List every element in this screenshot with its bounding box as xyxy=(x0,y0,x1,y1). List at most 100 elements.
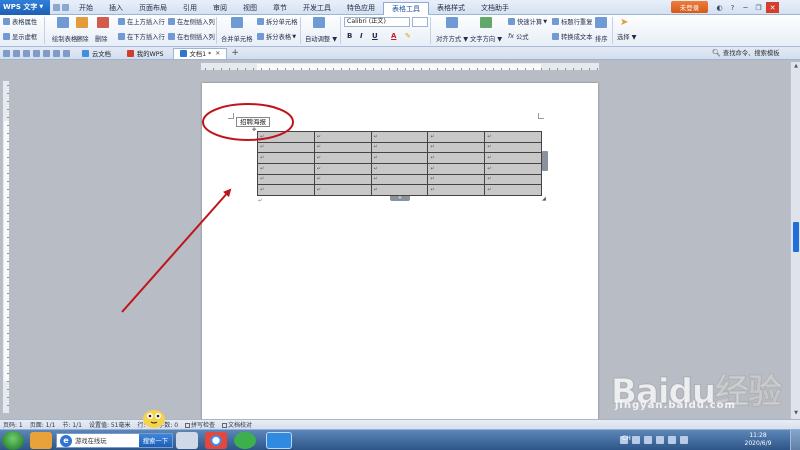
menu-tab[interactable]: 章节 xyxy=(265,2,295,15)
table-cell[interactable]: ↵ xyxy=(427,173,486,186)
chrome-icon[interactable] xyxy=(205,432,227,449)
table-cell[interactable]: ↵ xyxy=(257,162,315,175)
menu-tab[interactable]: 文档助手 xyxy=(473,2,517,15)
table-properties-button[interactable]: 表格属性 xyxy=(3,17,37,26)
table-cell[interactable]: ↵ xyxy=(257,152,315,164)
table-cell[interactable]: ↵ xyxy=(257,131,315,143)
add-tab-icon[interactable]: + xyxy=(231,48,239,58)
merge-cells-button[interactable]: 合并单元格 xyxy=(221,17,252,43)
insert-row-above-button[interactable]: 在上方插入行 xyxy=(118,17,165,26)
add-row-handle[interactable]: + xyxy=(390,196,410,201)
app-menu-button[interactable]: WPS 文字 ▼ xyxy=(0,0,50,15)
open-icon[interactable] xyxy=(3,49,10,57)
insert-col-left-button[interactable]: 在左侧插入列 xyxy=(168,17,215,26)
tray-icon[interactable] xyxy=(656,436,664,444)
table-cell[interactable]: ↵ xyxy=(370,184,429,196)
table-cell[interactable]: ↵ xyxy=(313,141,372,154)
table-resize-icon[interactable]: ◢ xyxy=(542,196,547,202)
menu-tab[interactable]: 表格样式 xyxy=(429,2,473,15)
table-cell[interactable]: ↵ xyxy=(370,173,429,186)
doc-check-toggle[interactable]: 文档校对 xyxy=(222,420,252,429)
font-color-button[interactable]: A xyxy=(391,32,396,40)
table-cell[interactable]: ↵ xyxy=(427,184,486,196)
command-search[interactable]: 🔍︎ 查找命令、搜索模板 xyxy=(712,48,780,58)
scroll-up-icon[interactable]: ▲ xyxy=(792,63,800,71)
menu-tab[interactable]: 开始 xyxy=(71,2,101,15)
menu-tab[interactable]: 视图 xyxy=(235,2,265,15)
save-icon[interactable] xyxy=(13,49,20,57)
insert-col-right-button[interactable]: 在右侧插入列 xyxy=(168,32,215,41)
draw-table-button[interactable]: 绘制表格 xyxy=(52,17,77,43)
italic-button[interactable]: I xyxy=(360,32,363,40)
start-button[interactable] xyxy=(2,431,24,450)
wps-writer-taskbar-icon[interactable] xyxy=(266,432,292,449)
scroll-thumb[interactable] xyxy=(793,222,799,252)
split-table-button[interactable]: 拆分表格 ▼ xyxy=(257,32,296,41)
menu-tab[interactable]: 特色应用 xyxy=(339,2,383,15)
add-column-handle[interactable] xyxy=(542,151,548,171)
undo-icon[interactable] xyxy=(53,49,60,57)
table-cell[interactable]: ↵ xyxy=(313,173,372,186)
input-language[interactable]: CH xyxy=(622,435,631,442)
search-button[interactable]: 搜索一下 xyxy=(138,434,172,447)
table-cell[interactable]: ↵ xyxy=(427,152,486,164)
clock[interactable]: 11:28 2020/6/9 xyxy=(738,432,778,448)
redo-icon[interactable] xyxy=(63,49,70,57)
table-cell[interactable]: ↵ xyxy=(370,162,429,175)
spell-check-toggle[interactable]: 拼写检查 xyxy=(185,420,215,429)
menu-tab[interactable]: 表格工具 xyxy=(383,1,429,15)
menu-tab[interactable]: 审阅 xyxy=(205,2,235,15)
tab-document1[interactable]: 文档1 * ✕ xyxy=(172,47,228,59)
table-cell[interactable]: ↵ xyxy=(484,152,542,164)
table-cell[interactable]: ↵ xyxy=(427,141,486,154)
horizontal-ruler[interactable] xyxy=(200,62,600,71)
export-pdf-icon[interactable] xyxy=(23,49,30,57)
show-gridlines-button[interactable]: 显示虚框 xyxy=(3,32,37,41)
menu-tab[interactable]: 插入 xyxy=(101,2,131,15)
auto-fit-button[interactable]: 自动调整 ▼ xyxy=(305,17,337,43)
table-cell[interactable]: ↵ xyxy=(313,131,372,143)
print-icon[interactable] xyxy=(33,49,40,57)
document-table[interactable]: ↵ ↵ ↵ ↵ ↵ ↵ ↵ ↵ ↵ ↵ ↵ ↵ ↵ ↵ ↵ ↵ ↵ ↵ ↵ ↵ ↵ ↵ ↵ ↵ ↵ ↵ ↵ ↵ ↵ ↵ xyxy=(257,131,542,196)
table-cell[interactable]: ↵ xyxy=(313,152,372,164)
print-icon[interactable] xyxy=(62,3,69,11)
tray-icon[interactable] xyxy=(632,436,640,444)
tray-icon[interactable] xyxy=(644,436,652,444)
table-cell[interactable]: ↵ xyxy=(370,152,429,164)
underline-button[interactable]: U xyxy=(372,32,378,40)
show-desktop-button[interactable] xyxy=(790,430,800,450)
table-cell[interactable]: ↵ xyxy=(257,184,315,196)
table-cell[interactable]: ↵ xyxy=(257,141,315,154)
highlight-icon[interactable]: ✎ xyxy=(405,32,411,40)
app-icon-1[interactable] xyxy=(30,432,52,449)
volume-icon[interactable] xyxy=(680,436,688,444)
table-cell[interactable]: ↵ xyxy=(427,131,486,143)
login-button[interactable]: 未登录 xyxy=(671,1,708,13)
preview-icon[interactable] xyxy=(43,49,50,57)
browser-360-icon[interactable] xyxy=(234,432,256,449)
delete-button[interactable]: 删除 xyxy=(95,17,111,43)
select-button[interactable]: ➤ 选择 ▼ xyxy=(617,17,636,41)
minimize-icon[interactable]: ─ xyxy=(740,2,751,13)
menu-tab[interactable]: 页面布局 xyxy=(131,2,175,15)
close-tab-icon[interactable]: ✕ xyxy=(215,50,220,57)
table-cell[interactable]: ↵ xyxy=(313,184,372,196)
table-cell[interactable]: ↵ xyxy=(484,173,542,186)
table-cell[interactable]: ↵ xyxy=(427,162,486,175)
search-input[interactable]: 游戏在线玩 xyxy=(75,436,106,445)
restore-icon[interactable]: ❐ xyxy=(753,2,764,13)
table-cell[interactable]: ↵ xyxy=(313,162,372,175)
tab-my-wps[interactable]: 我的WPS xyxy=(120,48,171,59)
tab-cloud-docs[interactable]: 云文档 xyxy=(75,48,118,59)
save-icon[interactable] xyxy=(53,3,60,11)
quick-calc-button[interactable]: 快速计算 ▼ xyxy=(508,17,547,26)
table-cell[interactable]: ↵ xyxy=(484,141,542,154)
split-cells-button[interactable]: 拆分单元格 xyxy=(257,17,297,26)
bold-button[interactable]: B xyxy=(347,32,352,40)
table-cell[interactable]: ↵ xyxy=(370,141,429,154)
formula-button[interactable]: fx 公式 xyxy=(508,32,529,41)
align-button[interactable]: 对齐方式 ▼ xyxy=(436,17,468,43)
repeat-header-button[interactable]: 标题行重复 xyxy=(552,17,592,26)
menu-tab[interactable]: 引用 xyxy=(175,2,205,15)
menu-tab[interactable]: 开发工具 xyxy=(295,2,339,15)
